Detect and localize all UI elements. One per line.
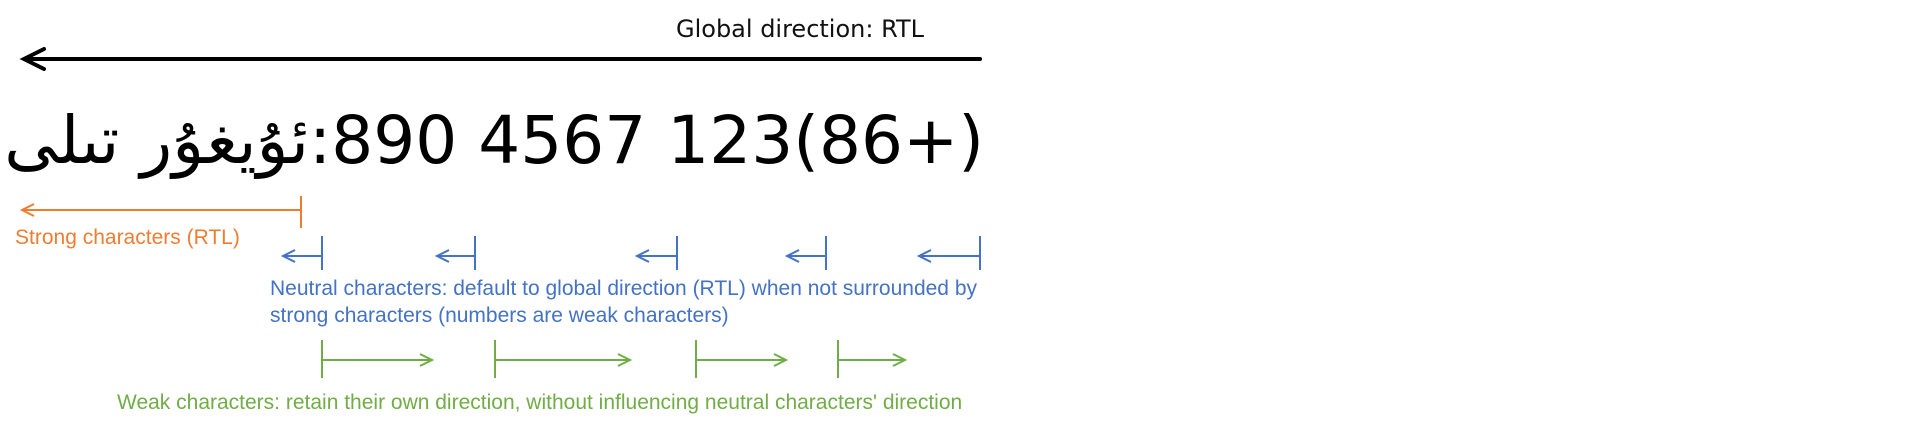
weak-arrow-890 (321, 340, 435, 378)
neutral-characters-label-line2: strong characters (numbers are weak char… (270, 304, 729, 327)
neutral-arrow-close-paren (784, 236, 827, 270)
neutral-characters-label-line1: Neutral characters: default to global di… (270, 277, 977, 300)
weak-run-arrows (321, 340, 908, 378)
strong-run-arrow (19, 196, 302, 228)
neutral-arrow-open-paren (916, 236, 981, 270)
global-direction-label: Global direction: RTL (676, 15, 925, 43)
weak-characters-label: Weak characters: retain their own direct… (117, 391, 962, 414)
neutral-arrow-colon (280, 236, 323, 270)
strong-characters-label: Strong characters (RTL) (15, 226, 240, 249)
neutral-run-arrows (280, 236, 981, 270)
bidi-direction-diagram: Global direction: RTL (+86)123 4567 890:… (4, 15, 984, 414)
sample-text: (+86)123 4567 890:ئۇيغۇر تىلى (4, 102, 984, 179)
weak-arrow-4567 (494, 340, 633, 378)
diagram-canvas: Global direction: RTL (+86)123 4567 890:… (0, 0, 1922, 431)
global-direction-arrow (19, 47, 982, 71)
weak-arrow-86 (837, 340, 908, 378)
weak-arrow-123 (695, 340, 789, 378)
neutral-arrow-space-1 (434, 236, 476, 270)
neutral-arrow-space-2 (634, 236, 678, 270)
